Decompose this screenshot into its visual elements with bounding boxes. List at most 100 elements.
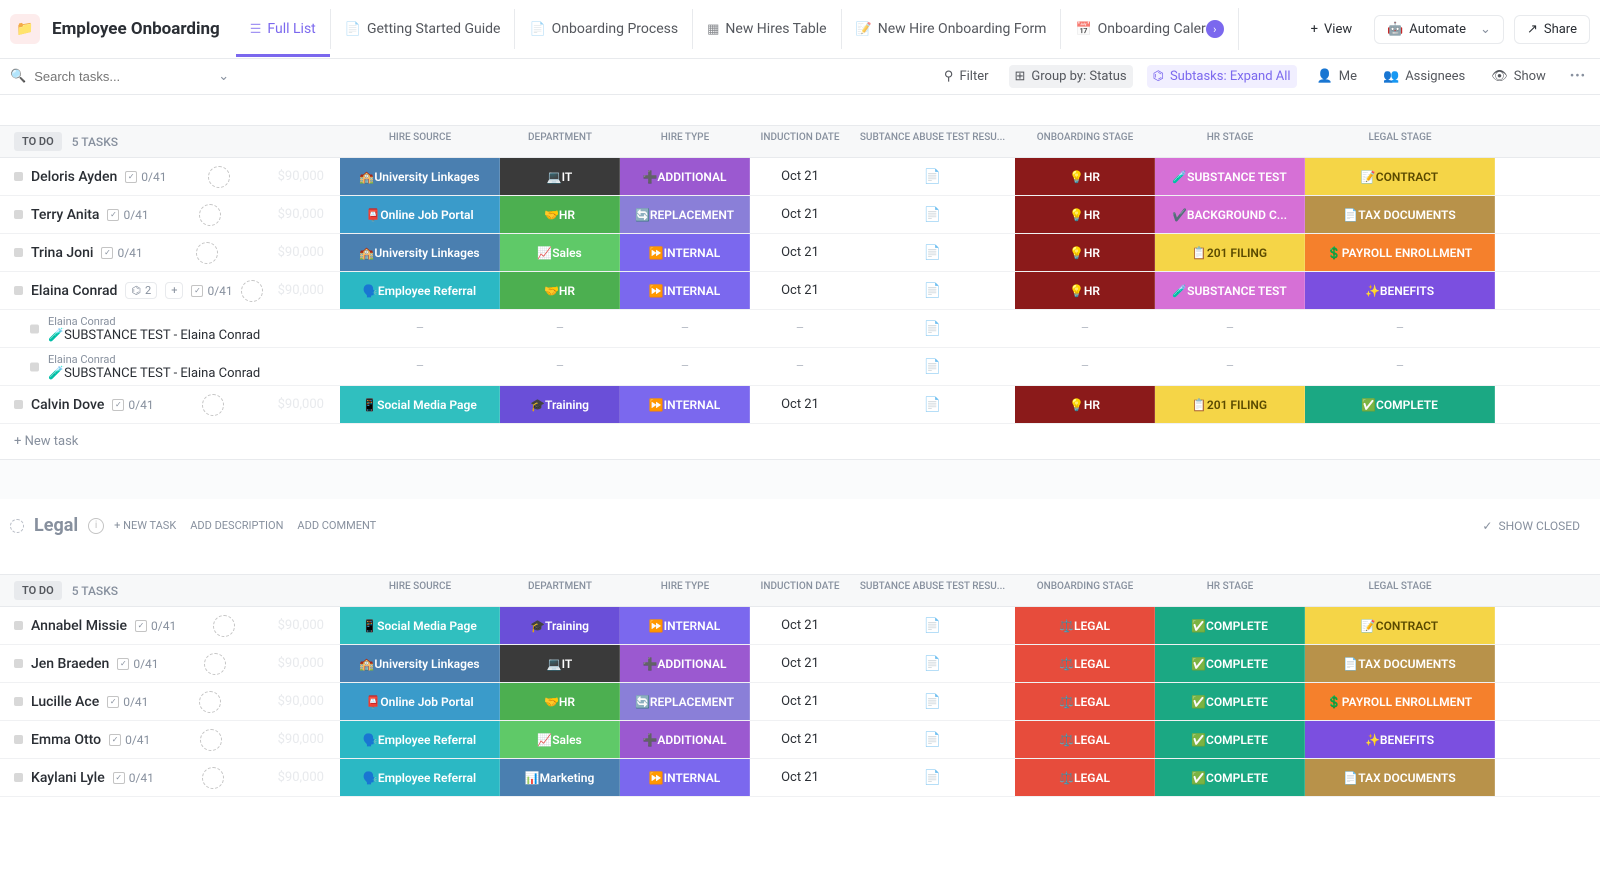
onboarding-stage-tag[interactable]: ⚖️LEGAL (1015, 759, 1155, 796)
tab-new-hires-table[interactable]: ▦New Hires Table (693, 9, 841, 49)
col-induction-date[interactable]: INDUCTION DATE (750, 126, 850, 157)
table-row[interactable]: Calvin Dove ✓0/41 $90,000📱Social Media P… (0, 386, 1600, 424)
doc-icon[interactable]: 📄 (850, 234, 1015, 271)
department-tag[interactable]: 📈Sales (500, 721, 620, 758)
more-menu[interactable]: ••• (1566, 65, 1590, 88)
onboarding-stage-tag[interactable]: 💡HR (1015, 386, 1155, 423)
onboarding-stage-tag[interactable]: ⚖️LEGAL (1015, 721, 1155, 758)
hire_source-tag[interactable]: 🗣️Employee Referral (340, 721, 500, 758)
hire_type-tag[interactable]: ⏩INTERNAL (620, 272, 750, 309)
hr-stage-tag[interactable]: ✅COMPLETE (1155, 721, 1305, 758)
table-row[interactable]: Emma Otto ✓0/41 $90,000🗣️Employee Referr… (0, 721, 1600, 759)
new-task-link[interactable]: + NEW TASK (114, 519, 176, 532)
task-name-cell[interactable]: Elaina Conrad ⌬2+ ✓0/41 $90,000 (0, 272, 340, 309)
legal-stage-tag[interactable]: 💲PAYROLL ENROLLMENT (1305, 234, 1495, 271)
task-name-cell[interactable]: Emma Otto ✓0/41 $90,000 (0, 721, 340, 758)
doc-icon[interactable]: 📄 (850, 759, 1015, 796)
task-name-cell[interactable]: Kaylani Lyle ✓0/41 $90,000 (0, 759, 340, 796)
legal-stage-tag[interactable]: ✅COMPLETE (1305, 386, 1495, 423)
doc-icon[interactable]: 📄 (850, 386, 1015, 423)
status-dot[interactable] (30, 324, 39, 333)
task-name-cell[interactable]: Calvin Dove ✓0/41 $90,000 (0, 386, 340, 423)
col-hr-stage[interactable]: HR STAGE (1155, 575, 1305, 606)
hire_type-tag[interactable]: ⏩INTERNAL (620, 759, 750, 796)
status-dot[interactable] (14, 210, 23, 219)
hire_type-tag[interactable]: ➕ADDITIONAL (620, 645, 750, 682)
show-button[interactable]: 👁Show (1485, 65, 1552, 88)
doc-icon[interactable]: 📄 (850, 272, 1015, 309)
hire_source-tag[interactable]: 📮Online Job Portal (340, 196, 500, 233)
assignees-button[interactable]: 👥Assignees (1377, 65, 1471, 88)
hire_type-tag[interactable]: 🔄REPLACEMENT (620, 196, 750, 233)
status-dot[interactable] (14, 172, 23, 181)
induction-date[interactable]: Oct 21 (750, 386, 850, 423)
hire_type-tag[interactable]: ⏩INTERNAL (620, 607, 750, 644)
subtask-name-cell[interactable]: Elaina Conrad🧪SUBSTANCE TEST - Elaina Co… (0, 348, 340, 385)
col-substance[interactable]: SUBTANCE ABUSE TEST RESU... (850, 575, 1015, 606)
doc-icon[interactable]: 📄 (850, 348, 1015, 385)
hire_type-tag[interactable]: ➕ADDITIONAL (620, 158, 750, 195)
add-description-link[interactable]: ADD DESCRIPTION (190, 519, 283, 532)
department-tag[interactable]: 🤝HR (500, 196, 620, 233)
hire_source-tag[interactable]: 🗣️Employee Referral (340, 272, 500, 309)
department-tag[interactable]: 📊Marketing (500, 759, 620, 796)
onboarding-stage-tag[interactable]: ⚖️LEGAL (1015, 683, 1155, 720)
onboarding-stage-tag[interactable]: 💡HR (1015, 158, 1155, 195)
subtask-row[interactable]: Elaina Conrad🧪SUBSTANCE TEST - Elaina Co… (0, 310, 1600, 348)
col-hire-type[interactable]: HIRE TYPE (620, 575, 750, 606)
status-dot[interactable] (14, 621, 23, 630)
new-task-button[interactable]: + New task (0, 424, 1600, 459)
chevron-right-icon[interactable]: › (1206, 20, 1224, 38)
task-name-cell[interactable]: Lucille Ace ✓0/41 $90,000 (0, 683, 340, 720)
tab-onboarding-process[interactable]: 📄Onboarding Process (515, 9, 693, 49)
tab-new-hire-form[interactable]: 📝New Hire Onboarding Form (842, 9, 1062, 49)
task-name-cell[interactable]: Trina Joni ✓0/41 $90,000 (0, 234, 340, 271)
induction-date[interactable]: Oct 21 (750, 272, 850, 309)
col-hire-source[interactable]: HIRE SOURCE (340, 126, 500, 157)
legal-stage-tag[interactable]: 📝CONTRACT (1305, 158, 1495, 195)
group2-status[interactable]: TO DO (14, 581, 62, 600)
status-dot[interactable] (14, 659, 23, 668)
status-dot[interactable] (14, 286, 23, 295)
add-view-button[interactable]: +View (1299, 16, 1365, 43)
department-tag[interactable]: 🤝HR (500, 272, 620, 309)
show-closed-toggle[interactable]: ✓SHOW CLOSED (1482, 519, 1580, 533)
legal-stage-tag[interactable]: 📝CONTRACT (1305, 607, 1495, 644)
table-row[interactable]: Trina Joni ✓0/41 $90,000🏫University Link… (0, 234, 1600, 272)
hr-stage-tag[interactable]: ✔️BACKGROUND C... (1155, 196, 1305, 233)
col-department[interactable]: DEPARTMENT (500, 575, 620, 606)
hr-stage-tag[interactable]: 🧪SUBSTANCE TEST (1155, 158, 1305, 195)
subtask-name-cell[interactable]: Elaina Conrad🧪SUBSTANCE TEST - Elaina Co… (0, 310, 340, 347)
assignee-placeholder[interactable] (196, 242, 218, 264)
legal-stage-tag[interactable]: 📄TAX DOCUMENTS (1305, 645, 1495, 682)
assignee-placeholder[interactable] (199, 204, 221, 226)
hr-stage-tag[interactable]: ✅COMPLETE (1155, 645, 1305, 682)
hire_source-tag[interactable]: 🏫University Linkages (340, 158, 500, 195)
induction-date[interactable]: Oct 21 (750, 759, 850, 796)
col-induction-date[interactable]: INDUCTION DATE (750, 575, 850, 606)
induction-date[interactable]: Oct 21 (750, 196, 850, 233)
table-row[interactable]: Jen Braeden ✓0/41 $90,000🏫University Lin… (0, 645, 1600, 683)
legal-stage-tag[interactable]: 📄TAX DOCUMENTS (1305, 759, 1495, 796)
share-button[interactable]: ↗Share (1514, 15, 1590, 44)
subtask-row[interactable]: Elaina Conrad🧪SUBSTANCE TEST - Elaina Co… (0, 348, 1600, 386)
department-tag[interactable]: 💻IT (500, 645, 620, 682)
assignee-placeholder[interactable] (200, 729, 222, 751)
onboarding-stage-tag[interactable]: ⚖️LEGAL (1015, 607, 1155, 644)
subtask-count-badge[interactable]: ⌬2 (125, 282, 157, 299)
department-tag[interactable]: 🎓Training (500, 607, 620, 644)
status-dot[interactable] (14, 773, 23, 782)
tab-getting-started[interactable]: 📄Getting Started Guide (331, 9, 516, 49)
col-hire-source[interactable]: HIRE SOURCE (340, 575, 500, 606)
tab-full-list[interactable]: ☰Full List (236, 9, 331, 49)
search-box[interactable]: 🔍 ⌄ (10, 69, 210, 84)
chevron-down-icon[interactable]: ⌄ (218, 69, 229, 84)
filter-button[interactable]: ⚲Filter (938, 65, 995, 88)
assignee-placeholder[interactable] (208, 166, 230, 188)
induction-date[interactable]: Oct 21 (750, 683, 850, 720)
hire_source-tag[interactable]: 📱Social Media Page (340, 386, 500, 423)
automate-button[interactable]: 🤖Automate⌄ (1374, 15, 1504, 44)
doc-icon[interactable]: 📄 (850, 310, 1015, 347)
hr-stage-tag[interactable]: 📋201 FILING (1155, 234, 1305, 271)
col-hire-type[interactable]: HIRE TYPE (620, 126, 750, 157)
